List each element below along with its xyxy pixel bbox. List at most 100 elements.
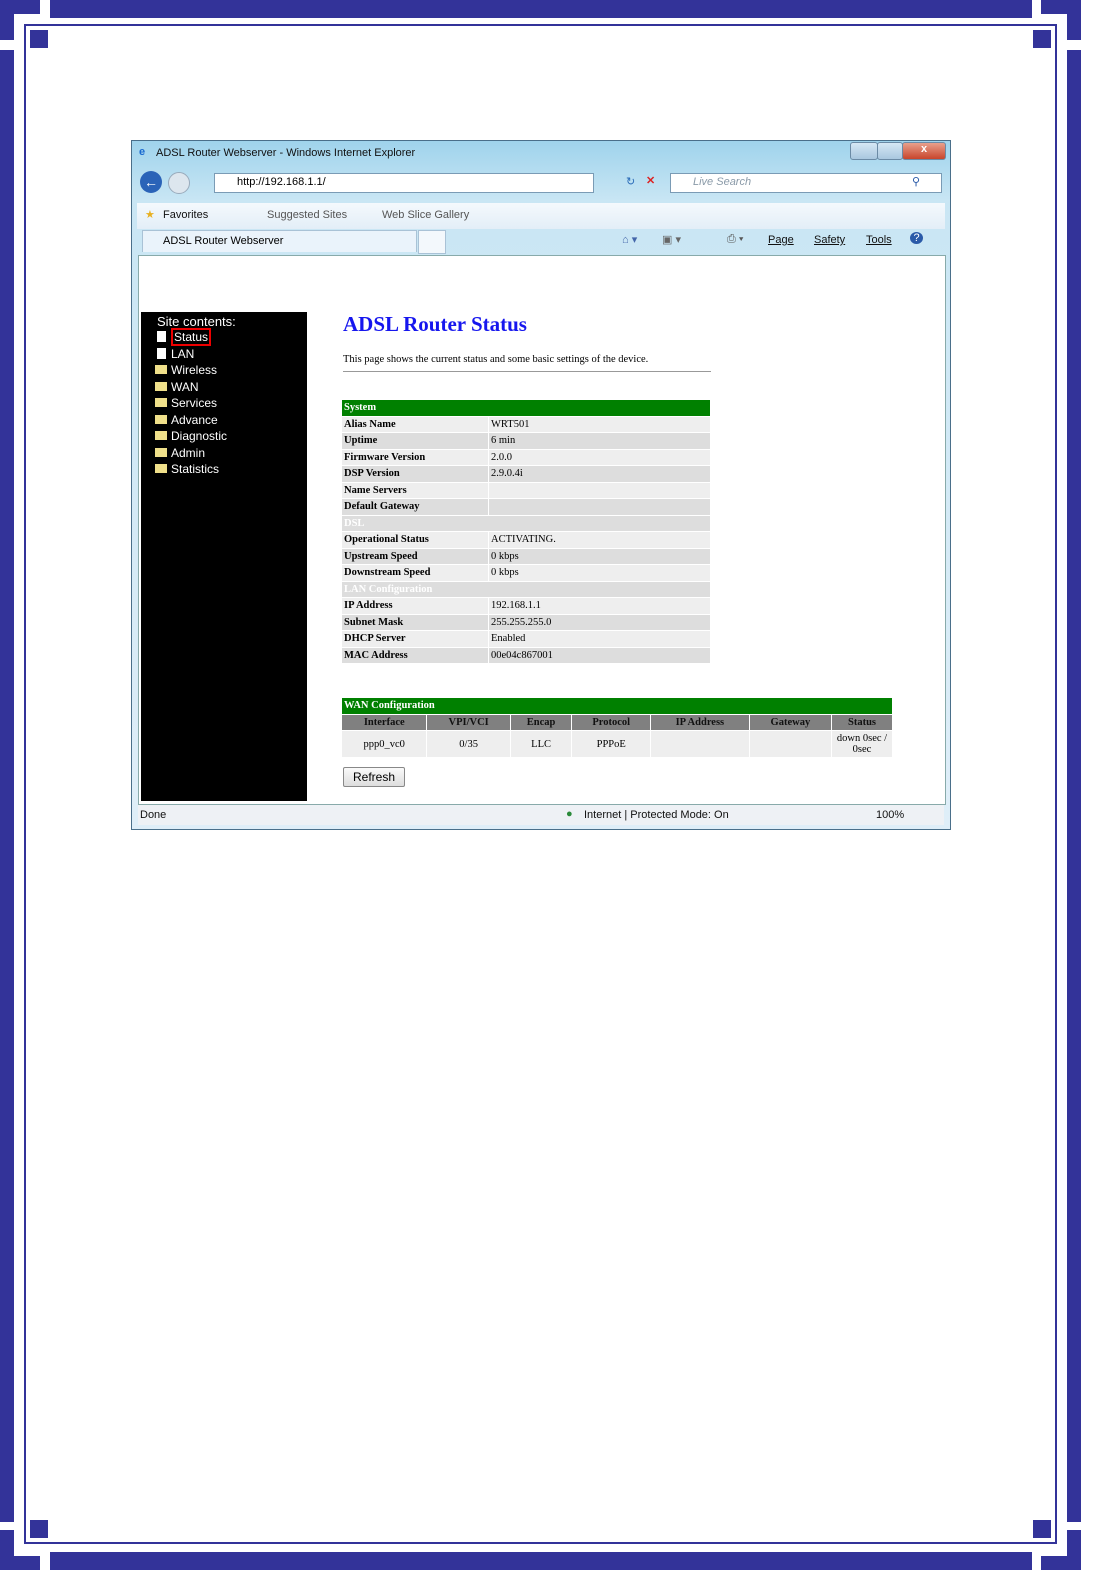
help-icon[interactable]: ? bbox=[910, 232, 923, 244]
sidebar-item-advance[interactable]: Advance bbox=[155, 413, 218, 428]
table-row: Downstream Speed 0 kbps bbox=[342, 565, 710, 581]
tools-menu[interactable]: Tools bbox=[866, 234, 892, 246]
table-row: DSP Version 2.9.0.4i bbox=[342, 466, 710, 482]
table-row: Name Servers bbox=[342, 482, 710, 498]
column-header: Status bbox=[832, 714, 892, 730]
tab-adsl-router[interactable]: ADSL Router Webserver bbox=[142, 230, 417, 252]
frame-corner bbox=[0, 1530, 14, 1570]
sidebar-item-diagnostic[interactable]: Diagnostic bbox=[155, 429, 227, 444]
section-header: LAN Configuration bbox=[342, 581, 710, 597]
folder-icon bbox=[155, 382, 167, 391]
column-header: Encap bbox=[510, 714, 572, 730]
folder-icon bbox=[155, 415, 167, 424]
table-row: Firmware Version 2.0.0 bbox=[342, 449, 710, 465]
safety-menu[interactable]: Safety bbox=[814, 234, 845, 246]
section-header: DSL bbox=[342, 515, 710, 531]
frame-corner bbox=[1033, 1520, 1051, 1538]
refresh-button[interactable]: Refresh bbox=[343, 767, 405, 787]
feeds-icon[interactable]: ▣ ▾ bbox=[662, 233, 681, 246]
address-bar[interactable]: http://192.168.1.1/ bbox=[214, 173, 594, 193]
close-button[interactable]: x bbox=[902, 142, 946, 160]
frame-corner bbox=[1033, 30, 1051, 48]
document-icon bbox=[157, 348, 166, 359]
new-tab-button[interactable] bbox=[418, 230, 446, 254]
maximize-button[interactable] bbox=[877, 142, 903, 160]
table-row: DHCP Server Enabled bbox=[342, 631, 710, 647]
row-value: 00e04c867001 bbox=[489, 647, 710, 663]
stop-icon[interactable]: ✕ bbox=[646, 174, 655, 187]
sidebar-item-lan[interactable]: LAN bbox=[157, 347, 194, 362]
table-cell: down 0sec / 0sec bbox=[832, 731, 892, 757]
minimize-button[interactable] bbox=[850, 142, 878, 160]
row-label: Firmware Version bbox=[342, 449, 488, 465]
zoom-level[interactable]: 100% bbox=[876, 809, 904, 821]
favorites-button[interactable]: Favorites bbox=[163, 209, 208, 221]
column-header: IP Address bbox=[651, 714, 749, 730]
table-cell bbox=[651, 731, 749, 757]
row-value: ACTIVATING. bbox=[489, 532, 710, 548]
sidebar-item-services[interactable]: Services bbox=[155, 396, 217, 411]
folder-icon bbox=[155, 431, 167, 440]
frame-top bbox=[50, 0, 1032, 18]
sidebar-heading: Site contents: bbox=[157, 314, 236, 329]
table-cell: 0/35 bbox=[427, 731, 510, 757]
sidebar-item-status[interactable]: Status bbox=[157, 328, 212, 346]
globe-icon: ● bbox=[566, 808, 573, 820]
row-label: DSP Version bbox=[342, 466, 488, 482]
column-header: Gateway bbox=[749, 714, 831, 730]
table-row: IP Address 192.168.1.1 bbox=[342, 598, 710, 614]
sidebar-item-wan[interactable]: WAN bbox=[155, 380, 199, 395]
browser-window: e ADSL Router Webserver - Windows Intern… bbox=[131, 140, 951, 830]
table-cell bbox=[749, 731, 831, 757]
page-title: ADSL Router Status bbox=[343, 312, 527, 336]
table-row: MAC Address 00e04c867001 bbox=[342, 647, 710, 663]
sidebar-item-admin[interactable]: Admin bbox=[155, 446, 205, 461]
web-slice-gallery-link[interactable]: Web Slice Gallery bbox=[382, 209, 469, 221]
row-label: Name Servers bbox=[342, 482, 488, 498]
refresh-icon[interactable]: ↻ bbox=[626, 175, 635, 188]
section-title: DSL bbox=[342, 515, 710, 531]
row-value bbox=[489, 482, 710, 498]
row-label: MAC Address bbox=[342, 647, 488, 663]
table-row: Uptime 6 min bbox=[342, 433, 710, 449]
table-row: Operational Status ACTIVATING. bbox=[342, 532, 710, 548]
table-row: Subnet Mask 255.255.255.0 bbox=[342, 614, 710, 630]
frame-line bbox=[1055, 24, 1057, 1544]
row-value: 255.255.255.0 bbox=[489, 614, 710, 630]
sidebar-item-wireless[interactable]: Wireless bbox=[155, 363, 217, 378]
page-menu[interactable]: Page bbox=[768, 234, 794, 246]
sidebar-item-statistics[interactable]: Statistics bbox=[155, 462, 219, 477]
ie-icon: e bbox=[139, 146, 146, 158]
sidebar: Site contents: Status LAN Wireless WAN S… bbox=[141, 312, 307, 801]
page-content: Site contents: Status LAN Wireless WAN S… bbox=[138, 255, 946, 805]
print-icon[interactable]: ⎙ ▾ bbox=[727, 233, 743, 246]
forward-button[interactable] bbox=[168, 172, 190, 194]
row-label: IP Address bbox=[342, 598, 488, 614]
folder-icon bbox=[155, 448, 167, 457]
table-cell: PPPoE bbox=[572, 731, 650, 757]
folder-icon bbox=[155, 398, 167, 407]
frame-corner bbox=[0, 0, 14, 40]
frame-corner bbox=[1067, 0, 1081, 40]
row-label: Operational Status bbox=[342, 532, 488, 548]
row-value: 6 min bbox=[489, 433, 710, 449]
frame-line bbox=[24, 24, 1057, 26]
row-label: Default Gateway bbox=[342, 499, 488, 515]
document-icon bbox=[157, 331, 166, 342]
table-header-row: Interface VPI/VCI Encap Protocol IP Address G… bbox=[342, 714, 892, 730]
status-text: Done bbox=[140, 809, 167, 821]
status-table: System Alias Name WRT501 Uptime 6 min Firmwar… bbox=[341, 399, 711, 664]
row-value: 2.0.0 bbox=[489, 449, 710, 465]
search-input[interactable]: Live Search bbox=[670, 173, 942, 193]
suggested-sites-link[interactable]: Suggested Sites bbox=[267, 209, 347, 221]
search-icon[interactable]: ⚲ bbox=[912, 175, 920, 188]
back-button[interactable]: ← bbox=[140, 171, 162, 193]
frame-left bbox=[0, 50, 14, 1522]
frame-corner bbox=[30, 1520, 48, 1538]
section-header: System bbox=[342, 400, 710, 416]
table-row: Default Gateway bbox=[342, 499, 710, 515]
row-value: 2.9.0.4i bbox=[489, 466, 710, 482]
row-value: 0 kbps bbox=[489, 565, 710, 581]
row-value: Enabled bbox=[489, 631, 710, 647]
home-icon[interactable]: ⌂ ▾ bbox=[622, 233, 637, 246]
